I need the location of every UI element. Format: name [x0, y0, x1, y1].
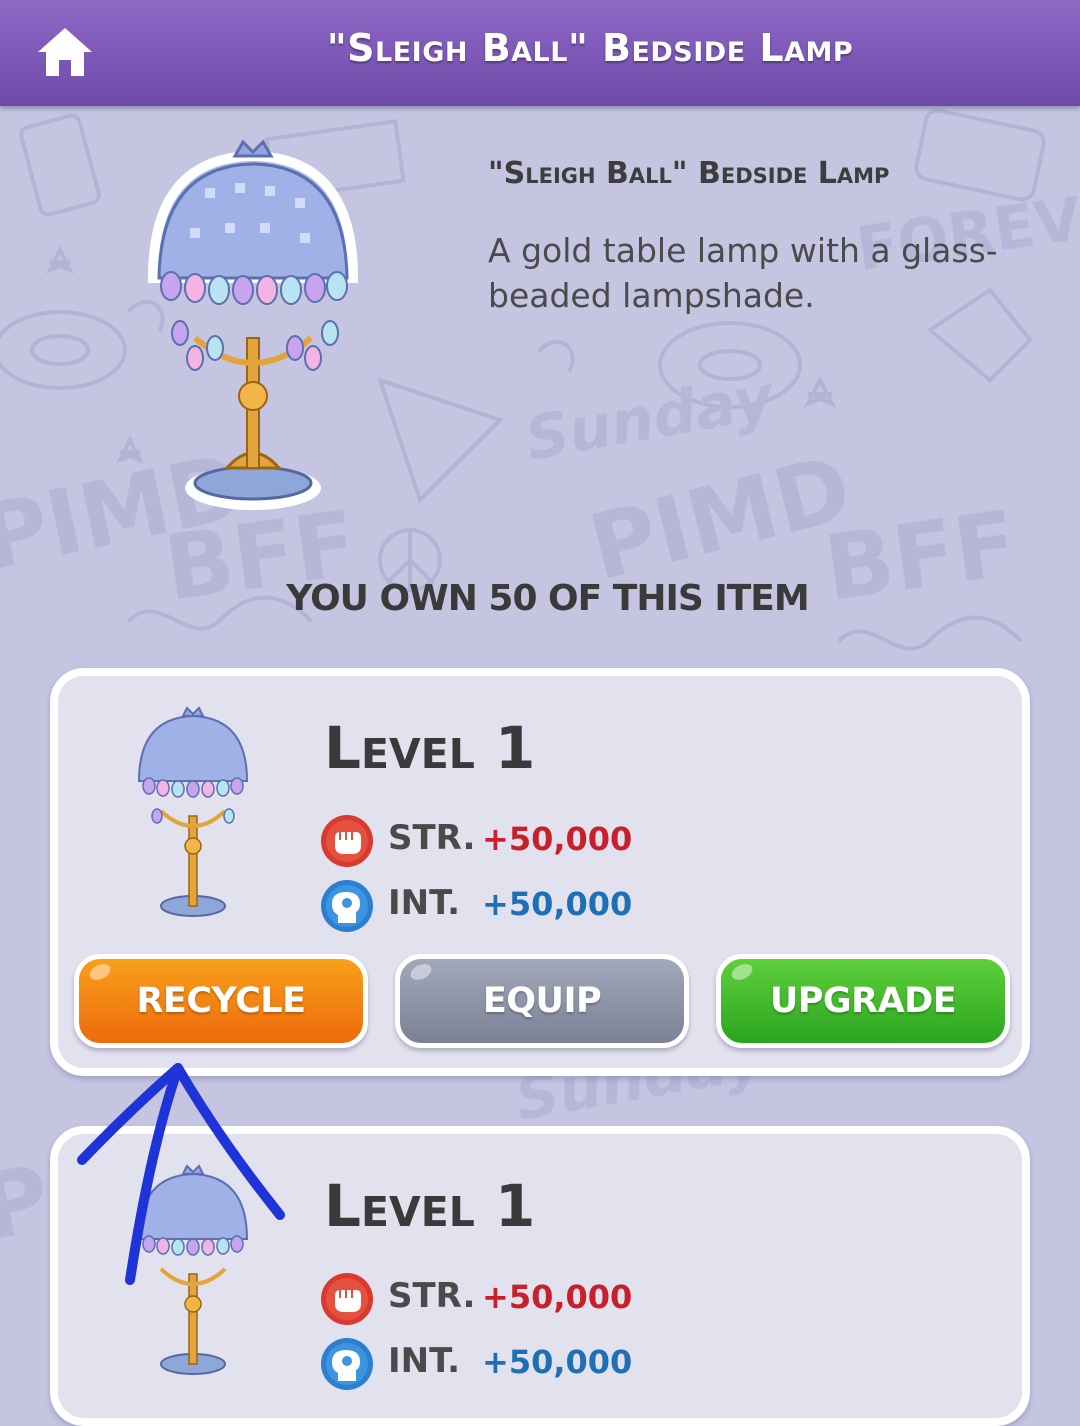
- stat-label: INT.: [388, 883, 461, 923]
- item-level-card: Level 1 STR. +50,000 INT. +50,000 RECYCL…: [50, 668, 1030, 1076]
- item-description: A gold table lamp with a glass-beaded la…: [488, 231, 998, 315]
- stat-value: +50,000: [482, 1278, 633, 1316]
- lamp-thumbnail: [137, 706, 249, 917]
- stat-row-str: STR. +50,000: [320, 814, 820, 870]
- owned-count-label: YOU OWN 50 OF THIS ITEM: [286, 578, 809, 619]
- level-label: Level 1: [324, 1172, 536, 1240]
- fist-icon: [321, 815, 373, 867]
- page-title: "Sleigh Ball" Bedside Lamp: [326, 26, 854, 70]
- upgrade-button[interactable]: UPGRADE: [716, 954, 1010, 1048]
- stat-row-int: INT. +50,000: [320, 879, 820, 935]
- top-bar: "Sleigh Ball" Bedside Lamp: [0, 0, 1080, 106]
- fist-icon: [321, 1273, 373, 1325]
- stat-label: STR.: [388, 1276, 476, 1316]
- stat-label: INT.: [388, 1341, 461, 1381]
- stat-row-int: INT. +50,000: [320, 1337, 820, 1393]
- item-level-card: Level 1 STR. +50,000 INT. +50,000: [50, 1126, 1030, 1426]
- stat-value: +50,000: [482, 1343, 633, 1381]
- svg-text:Sunday: Sunday: [520, 362, 781, 475]
- stat-value: +50,000: [482, 820, 633, 858]
- equip-button[interactable]: EQUIP: [395, 954, 689, 1048]
- lamp-thumbnail: [137, 1164, 249, 1375]
- stat-label: STR.: [388, 818, 476, 858]
- head-icon: [321, 1338, 373, 1390]
- stat-row-str: STR. +50,000: [320, 1272, 820, 1328]
- home-icon: [38, 28, 92, 76]
- lamp-image: [147, 139, 359, 510]
- recycle-button[interactable]: RECYCLE: [74, 954, 368, 1048]
- home-button[interactable]: [34, 24, 96, 80]
- head-icon: [321, 880, 373, 932]
- level-label: Level 1: [324, 714, 536, 782]
- stat-value: +50,000: [482, 885, 633, 923]
- item-name: "Sleigh Ball" Bedside Lamp: [488, 156, 890, 191]
